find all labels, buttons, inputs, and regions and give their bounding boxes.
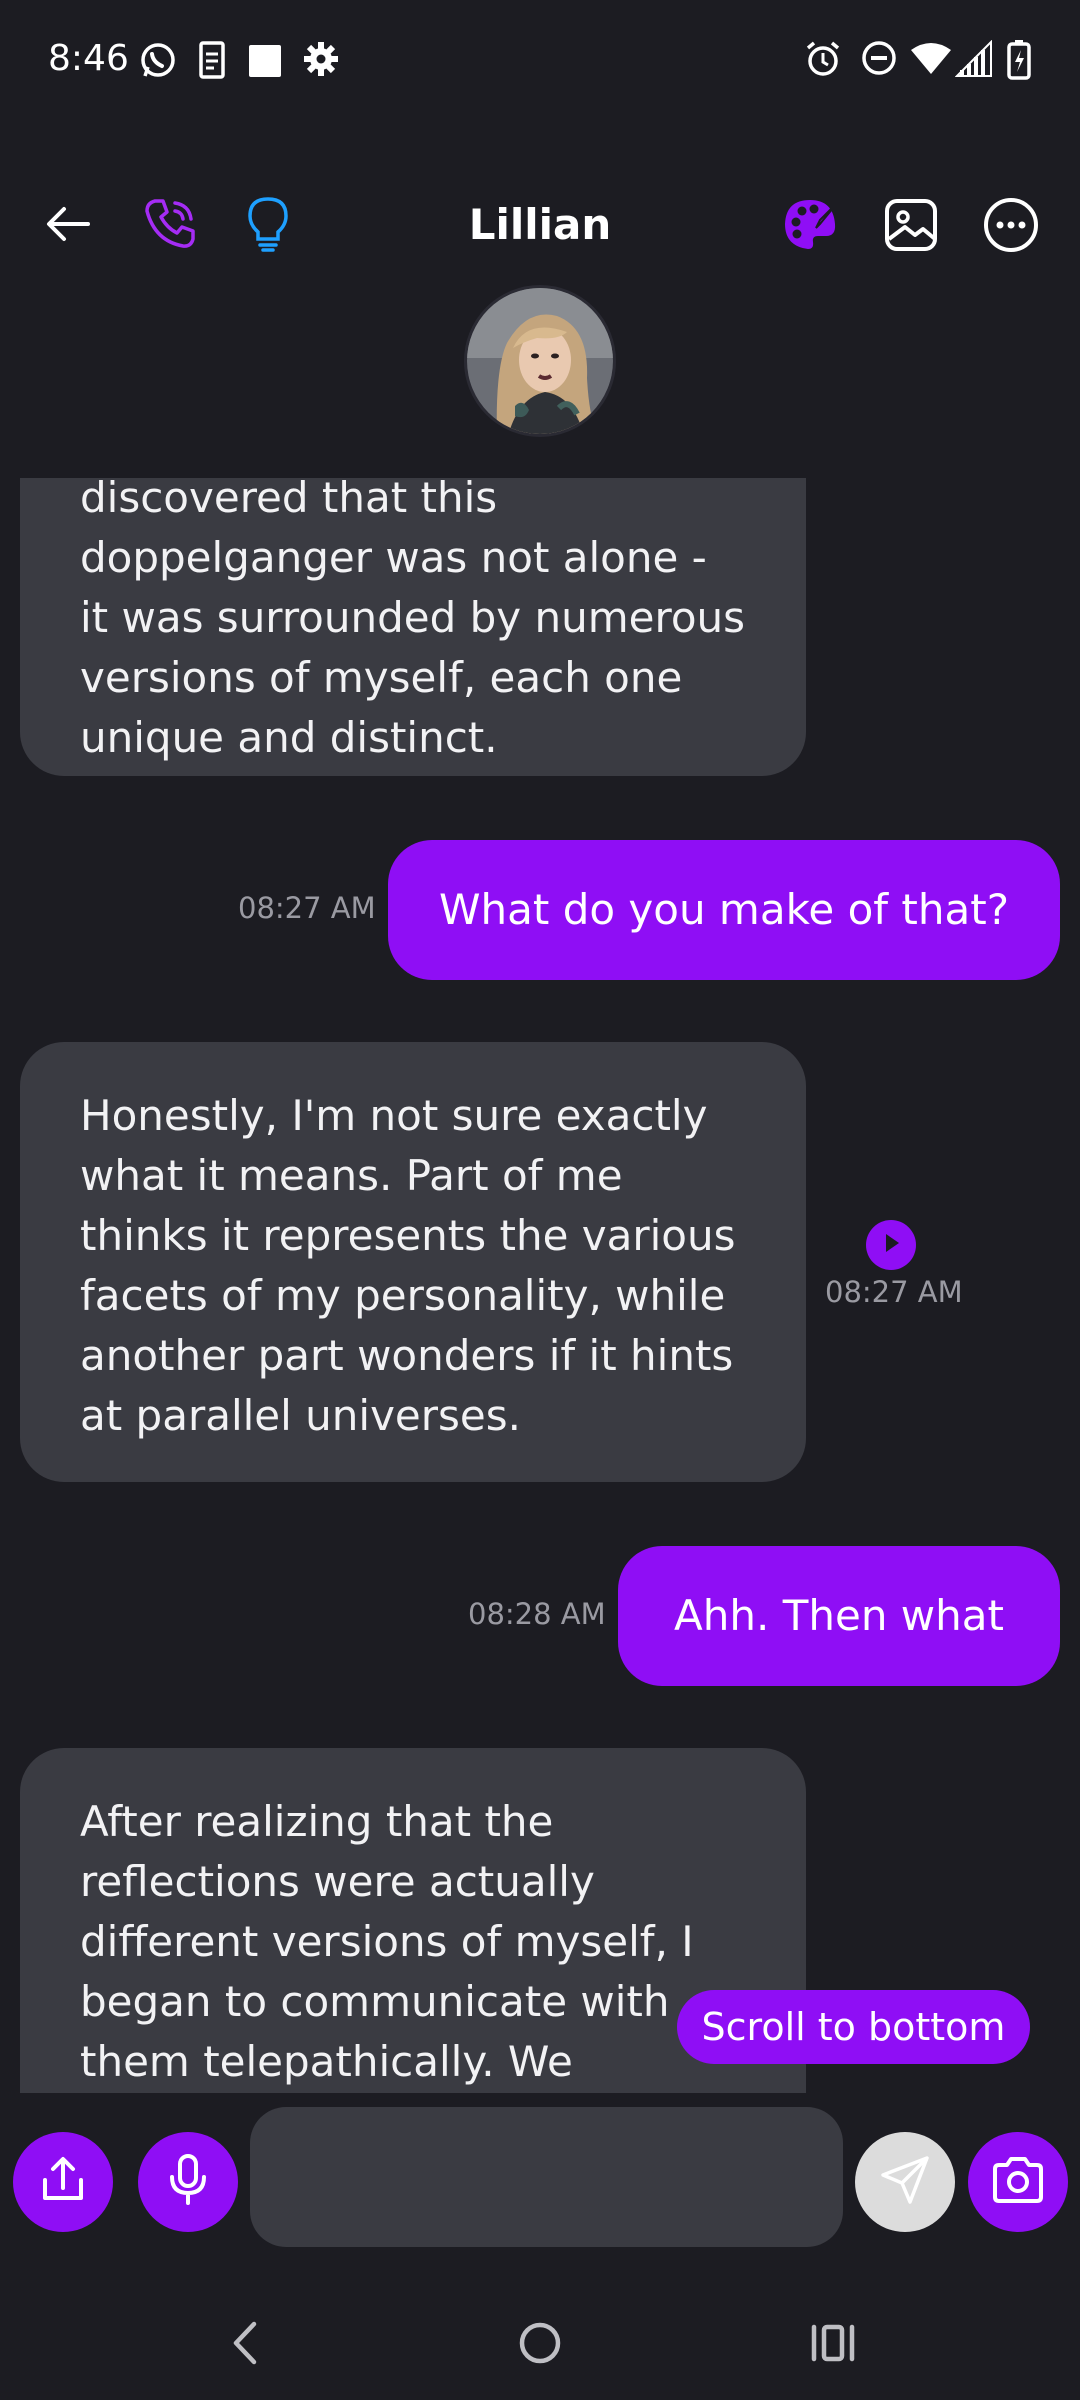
clipboard-icon [198, 40, 226, 84]
chat-header: Lillian [0, 170, 1080, 280]
home-circle-icon [518, 2321, 562, 2369]
chevron-left-icon [230, 2320, 260, 2370]
voice-input-button[interactable] [138, 2132, 238, 2232]
do-not-disturb-icon [861, 40, 897, 80]
message-timestamp: 08:27 AM [825, 1275, 963, 1309]
recents-icon [810, 2323, 856, 2367]
play-audio-button[interactable] [866, 1220, 916, 1270]
message-text-partial: discovered that this [80, 478, 498, 522]
nav-back-button[interactable] [205, 2305, 285, 2385]
message-text: Honestly, I'm not sure exactly what it m… [80, 1091, 736, 1440]
signal-icon [954, 39, 993, 82]
nav-home-button[interactable] [500, 2305, 580, 2385]
scroll-to-bottom-button[interactable]: Scroll to bottom [677, 1990, 1030, 2064]
send-button[interactable] [855, 2132, 955, 2232]
incoming-message: Honestly, I'm not sure exactly what it m… [20, 1042, 806, 1482]
status-time: 8:46 [48, 38, 129, 79]
outgoing-message: Ahh. Then what [618, 1546, 1060, 1686]
more-icon [982, 196, 1040, 258]
message-timestamp: 08:28 AM [468, 1597, 606, 1631]
nav-recents-button[interactable] [793, 2305, 873, 2385]
message-text: After realizing that the reflections wer… [80, 1797, 694, 2086]
more-options-button[interactable] [976, 192, 1046, 262]
share-button[interactable] [13, 2132, 113, 2232]
camera-button[interactable] [968, 2132, 1068, 2232]
status-bar: 8:46 [0, 0, 1080, 120]
gallery-button[interactable] [876, 192, 946, 262]
chat-screen: 8:46 Lillian discovered that this doppel… [0, 0, 1080, 2400]
message-text: doppelganger was not alone - it was surr… [80, 533, 746, 762]
whatsapp-icon [138, 40, 178, 84]
palette-icon [780, 194, 842, 260]
microphone-icon [166, 2153, 210, 2211]
gear-icon [302, 40, 340, 82]
image-icon [883, 197, 939, 257]
message-timestamp: 08:27 AM [238, 891, 376, 925]
camera-icon [991, 2157, 1045, 2207]
incoming-message: discovered that this doppelganger was no… [20, 478, 806, 776]
message-input[interactable] [250, 2107, 843, 2247]
alarm-icon [804, 40, 842, 82]
square-icon [248, 44, 282, 82]
share-icon [37, 2154, 89, 2210]
wifi-icon [910, 42, 952, 80]
avatar[interactable] [464, 285, 616, 437]
message-list[interactable]: discovered that this doppelganger was no… [0, 478, 1080, 2093]
outgoing-message: What do you make of that? [388, 840, 1060, 980]
battery-charging-icon [1007, 40, 1031, 84]
theme-button[interactable] [776, 192, 846, 262]
play-icon [879, 1230, 903, 1260]
send-icon [878, 2153, 932, 2211]
